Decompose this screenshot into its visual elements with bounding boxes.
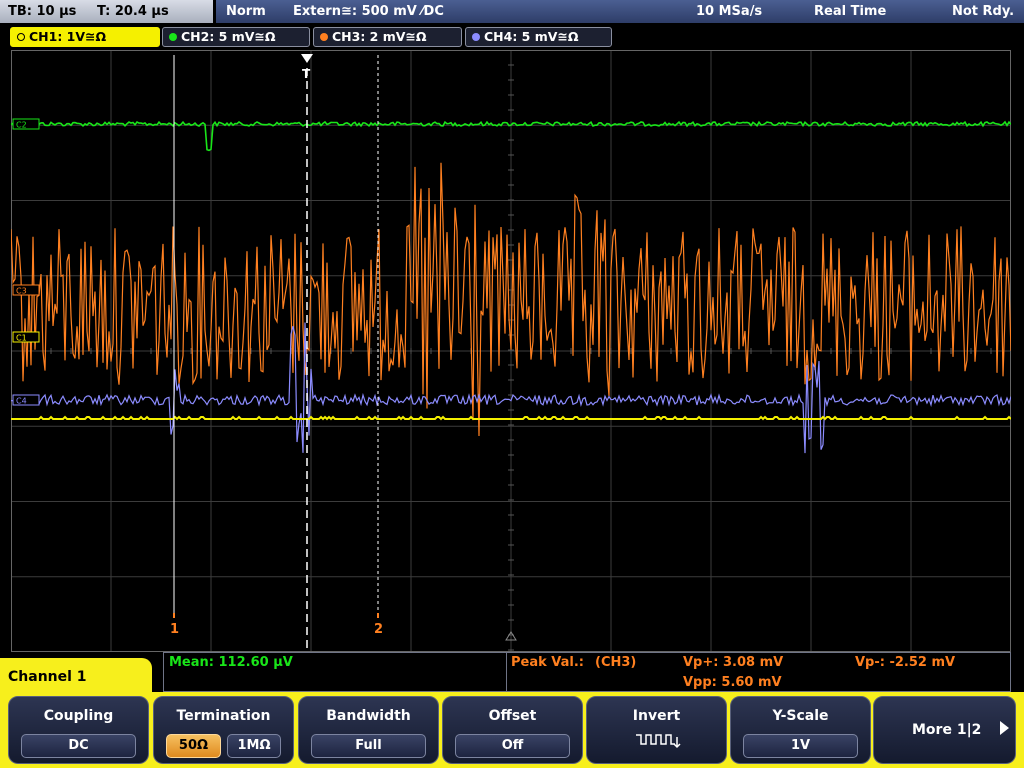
svg-text:C2: C2	[16, 121, 27, 130]
tab-channel-4[interactable]: CH4: 5 mV≅Ω	[465, 27, 612, 47]
acquisition-status: Not Rdy.	[952, 4, 1015, 19]
trigger-mode: Norm	[226, 4, 266, 19]
trigger-source: Extern≅: 500 mV ⁄DC	[293, 4, 444, 19]
trigger-marker: T	[302, 67, 311, 81]
circle-icon	[169, 33, 177, 41]
more-label: More 1|2	[912, 722, 982, 738]
right-arrow-icon	[1000, 721, 1009, 735]
waveform-display[interactable]: 1 2 T C2 C3 C1 C4	[11, 50, 1011, 652]
y-scale-value[interactable]: 1V	[743, 734, 858, 758]
measurement-panel: Mean: 112.60 µV Peak Val.: (CH3) Vp+: 3.…	[163, 652, 1011, 692]
y-scale-title: Y-Scale	[772, 708, 829, 724]
tab-channel-3[interactable]: CH3: 2 mV≅Ω	[313, 27, 462, 47]
termination-title: Termination	[176, 708, 271, 724]
termination-50ohm-button[interactable]: 50Ω	[166, 734, 221, 758]
termination-softkey[interactable]: Termination 50Ω 1MΩ	[153, 696, 294, 764]
bandwidth-softkey[interactable]: Bandwidth Full	[298, 696, 439, 764]
vp-plus-measurement: Vp+: 3.08 mV	[683, 655, 784, 670]
vp-minus-measurement: Vp-: -2.52 mV	[855, 655, 956, 670]
mean-measurement: Mean: 112.60 µV	[169, 655, 293, 670]
offset-softkey[interactable]: Offset Off	[442, 696, 583, 764]
peak-source: (CH3)	[595, 655, 637, 670]
status-bar: TB: 10 µs T: 20.4 µs Norm Extern≅: 500 m…	[0, 0, 1024, 25]
circle-icon	[17, 33, 25, 41]
acquisition-mode: Real Time	[814, 4, 887, 19]
timebase-panel[interactable]: TB: 10 µs T: 20.4 µs	[0, 0, 213, 23]
offset-title: Offset	[488, 708, 537, 724]
termination-1mohm-button[interactable]: 1MΩ	[227, 734, 281, 758]
y-scale-softkey[interactable]: Y-Scale 1V	[730, 696, 871, 764]
channel-tabs: CH1: 1V≅Ω CH2: 5 mV≅Ω CH3: 2 mV≅Ω CH4: 5…	[0, 27, 1024, 48]
coupling-softkey[interactable]: Coupling DC	[8, 696, 149, 764]
trigger-time-value: T: 20.4 µs	[96, 4, 169, 19]
ch2-offset-marker[interactable]: C2	[12, 118, 40, 130]
ch3-offset-marker[interactable]: C3	[12, 284, 40, 296]
softkey-bar: Coupling DC Termination 50Ω 1MΩ Bandwidt…	[0, 692, 1024, 768]
timebase-value: TB: 10 µs	[8, 4, 77, 19]
tab-label: CH2: 5 mV≅Ω	[181, 29, 276, 44]
invert-waveform-icon	[636, 734, 681, 749]
tab-label: CH1: 1V≅Ω	[29, 29, 107, 44]
invert-title: Invert	[632, 708, 681, 724]
trigger-panel[interactable]: Norm Extern≅: 500 mV ⁄DC 10 MSa/s Real T…	[216, 0, 1024, 23]
tab-channel-2[interactable]: CH2: 5 mV≅Ω	[162, 27, 310, 47]
svg-text:C4: C4	[16, 397, 27, 406]
svg-text:C1: C1	[16, 334, 27, 343]
coupling-title: Coupling	[43, 708, 114, 724]
tab-label: CH3: 2 mV≅Ω	[332, 29, 427, 44]
circle-icon	[320, 33, 328, 41]
bandwidth-value[interactable]: Full	[311, 734, 426, 758]
tab-channel-1[interactable]: CH1: 1V≅Ω	[10, 27, 160, 47]
circle-icon	[472, 33, 480, 41]
svg-text:C3: C3	[16, 287, 27, 296]
coupling-value[interactable]: DC	[21, 734, 136, 758]
more-softkey[interactable]: More 1|2	[873, 696, 1016, 764]
vpp-measurement: Vpp: 5.60 mV	[683, 675, 782, 690]
waveform-canvas: 1 2 T C2 C3 C1 C4	[11, 50, 1011, 652]
bandwidth-title: Bandwidth	[326, 708, 411, 724]
sample-rate: 10 MSa/s	[696, 4, 763, 19]
invert-softkey[interactable]: Invert	[586, 696, 727, 764]
ch4-offset-marker[interactable]: C4	[12, 394, 40, 406]
divider	[506, 653, 507, 691]
cursor-1-label: 1	[170, 622, 179, 637]
tab-label: CH4: 5 mV≅Ω	[484, 29, 579, 44]
offset-value[interactable]: Off	[455, 734, 570, 758]
ch1-offset-marker[interactable]: C1	[12, 331, 40, 343]
peak-label: Peak Val.:	[511, 655, 585, 670]
cursor-2-label: 2	[374, 622, 383, 637]
